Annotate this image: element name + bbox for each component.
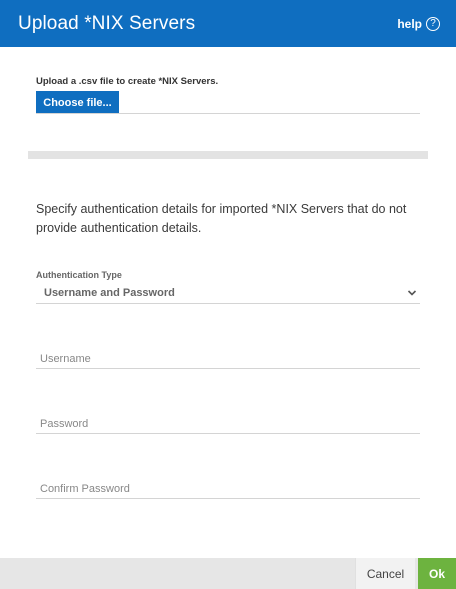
dialog-header: Upload *NIX Servers help ? xyxy=(0,0,456,47)
authentication-type-label: Authentication Type xyxy=(36,270,122,280)
upload-label: Upload a .csv file to create *NIX Server… xyxy=(36,76,219,87)
auth-description: Specify authentication details for impor… xyxy=(36,202,407,235)
chevron-down-icon xyxy=(407,290,417,296)
choose-file-button[interactable]: Choose file... xyxy=(36,91,119,114)
file-input-underline xyxy=(36,113,420,114)
cancel-button[interactable]: Cancel xyxy=(355,558,415,589)
authentication-type-select[interactable]: Username and Password xyxy=(36,283,420,304)
confirm-password-placeholder: Confirm Password xyxy=(40,483,130,495)
authentication-type-value: Username and Password xyxy=(44,287,175,299)
confirm-password-field[interactable]: Confirm Password xyxy=(36,477,420,499)
username-field[interactable]: Username xyxy=(36,347,420,369)
help-icon: ? xyxy=(426,16,440,31)
section-divider xyxy=(28,151,428,159)
ok-button[interactable]: Ok xyxy=(418,558,456,589)
dialog-title: Upload *NIX Servers xyxy=(18,12,196,34)
password-placeholder: Password xyxy=(40,418,89,430)
username-placeholder: Username xyxy=(40,353,91,365)
password-field[interactable]: Password xyxy=(36,412,420,434)
help-label: help xyxy=(397,16,422,31)
help-link[interactable]: help ? xyxy=(397,16,440,31)
